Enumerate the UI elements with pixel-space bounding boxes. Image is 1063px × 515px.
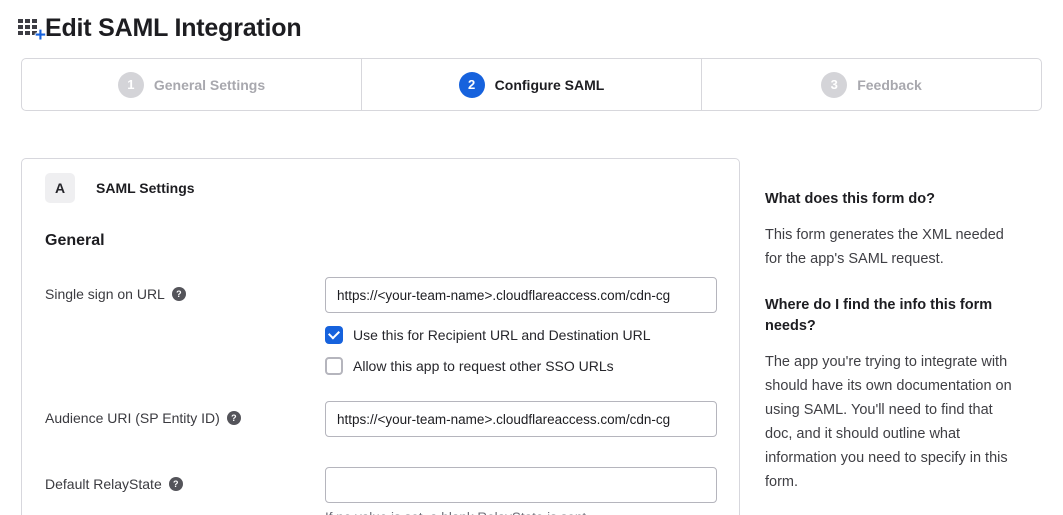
other-sso-urls-checkbox[interactable] [325,357,343,375]
step-number-badge: 2 [459,72,485,98]
step-label: General Settings [154,77,265,93]
audience-uri-label: Audience URI (SP Entity ID) [45,410,220,427]
other-sso-urls-checkbox-row: Allow this app to request other SSO URLs [325,357,717,375]
wizard-step-feedback[interactable]: 3 Feedback [702,59,1041,110]
relaystate-hint: If no value is set, a blank RelayState i… [325,510,717,515]
recipient-url-checkbox-row: Use this for Recipient URL and Destinati… [325,326,717,344]
sso-url-label-group: Single sign on URL ? [45,277,325,375]
relaystate-controls: If no value is set, a blank RelayState i… [325,467,717,515]
help-sidebar: What does this form do? This form genera… [765,158,1015,515]
relaystate-label-group: Default RelayState ? [45,467,325,515]
help-icon[interactable]: ? [227,411,241,425]
field-row-default-relaystate: Default RelayState ? If no value is set,… [45,467,716,515]
help-body-where: The app you're trying to integrate with … [765,350,1015,494]
help-heading-what: What does this form do? [765,189,1015,210]
help-icon[interactable]: ? [172,287,186,301]
section-title: SAML Settings [96,180,195,196]
saml-settings-panel: A SAML Settings General Single sign on U… [21,158,740,515]
app-grid-plus-icon: + [18,19,40,38]
step-wizard: 1 General Settings 2 Configure SAML 3 Fe… [21,58,1042,111]
page-title: Edit SAML Integration [45,14,301,43]
recipient-url-checkbox[interactable] [325,326,343,344]
relaystate-input[interactable] [325,467,717,503]
relaystate-label: Default RelayState [45,476,162,493]
recipient-url-checkbox-label[interactable]: Use this for Recipient URL and Destinati… [353,327,651,343]
audience-uri-input[interactable] [325,401,717,437]
general-group-heading: General [45,232,716,250]
plus-icon: + [35,26,46,45]
audience-uri-label-group: Audience URI (SP Entity ID) ? [45,401,325,437]
main-content: A SAML Settings General Single sign on U… [21,158,1042,515]
step-number-badge: 1 [118,72,144,98]
audience-uri-controls [325,401,717,437]
wizard-step-general-settings[interactable]: 1 General Settings [22,59,362,110]
help-icon[interactable]: ? [169,477,183,491]
step-label: Configure SAML [495,77,605,93]
sso-url-controls: Use this for Recipient URL and Destinati… [325,277,717,375]
wizard-step-configure-saml[interactable]: 2 Configure SAML [362,59,702,110]
section-header: A SAML Settings [45,173,716,203]
sso-url-input[interactable] [325,277,717,313]
sso-url-label: Single sign on URL [45,286,165,303]
other-sso-urls-checkbox-label[interactable]: Allow this app to request other SSO URLs [353,358,614,374]
page-header: + Edit SAML Integration [0,0,1063,48]
field-row-audience-uri: Audience URI (SP Entity ID) ? [45,401,716,437]
section-badge-a: A [45,173,75,203]
help-heading-where: Where do I find the info this form needs… [765,295,1015,337]
field-row-sso-url: Single sign on URL ? Use this for Recipi… [45,277,716,375]
step-label: Feedback [857,77,922,93]
step-number-badge: 3 [821,72,847,98]
help-body-what: This form generates the XML needed for t… [765,223,1015,271]
